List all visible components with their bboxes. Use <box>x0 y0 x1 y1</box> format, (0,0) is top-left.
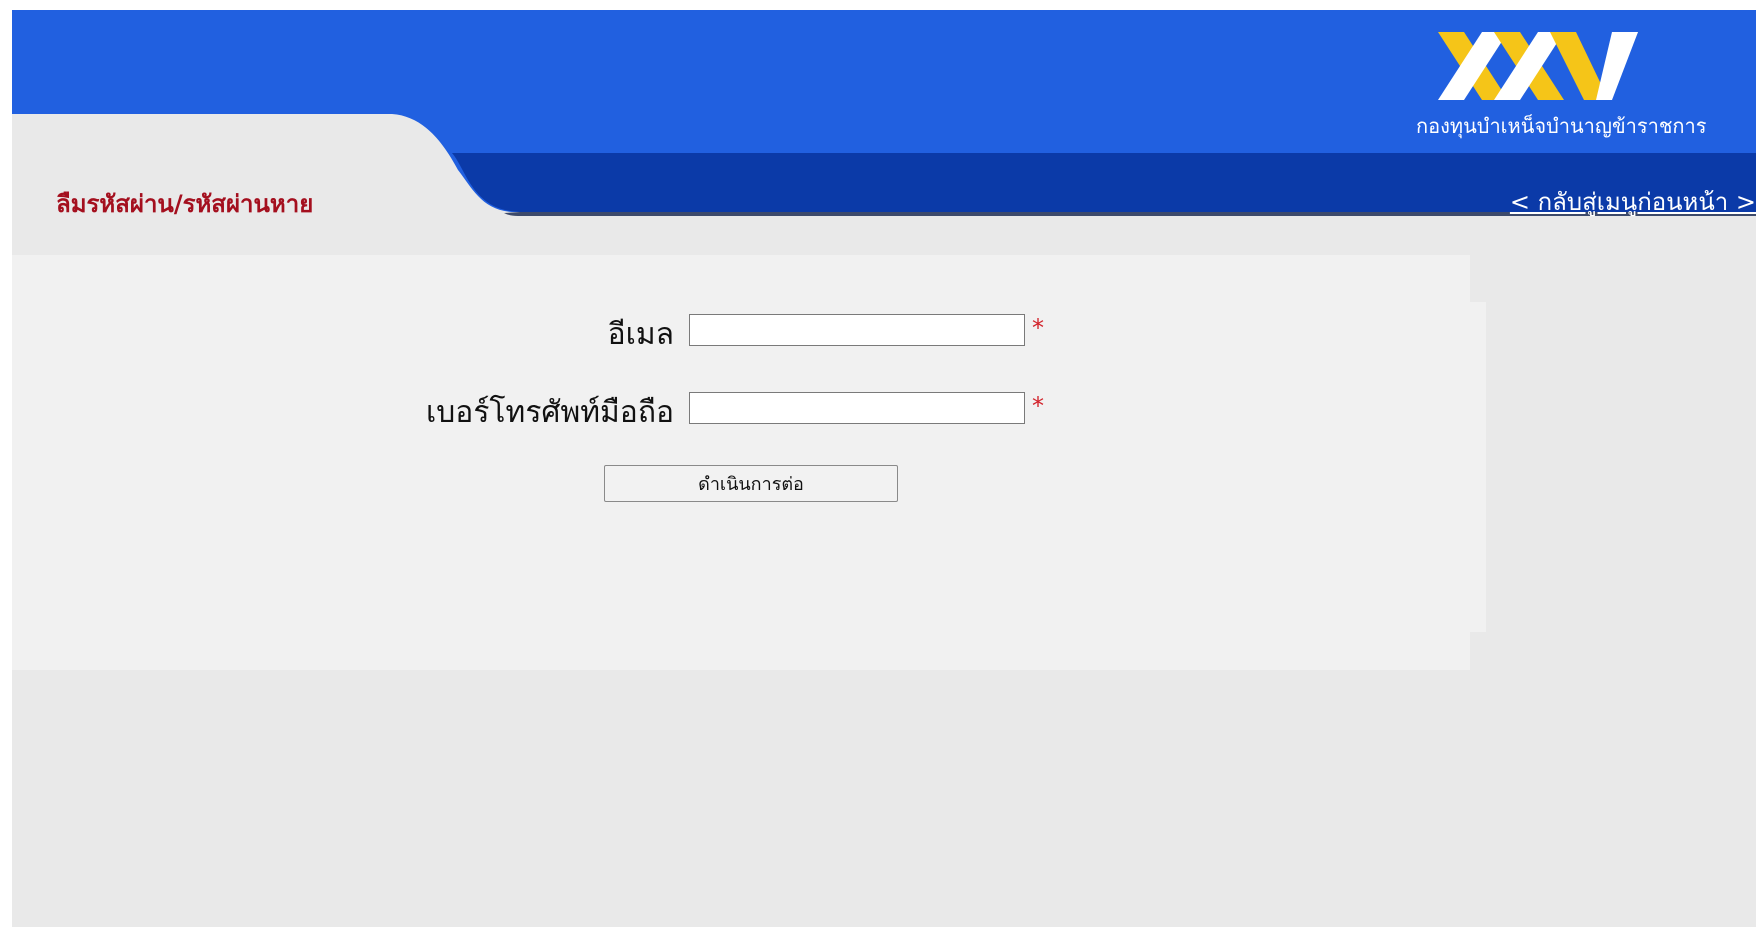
email-field[interactable] <box>689 314 1025 346</box>
page-title: ลืมรหัสผ่าน/รหัสผ่านหาย <box>56 190 314 218</box>
form-panel-edge <box>1470 302 1486 632</box>
back-to-previous-menu-link[interactable]: < กลับสู่เมนูก่อนหน้า > <box>1510 182 1756 221</box>
page: กองทุนบำเหน็จบำนาญข้าราชการ ลืมรหัสผ่าน/… <box>12 10 1756 927</box>
phone-label: เบอร์โทรศัพท์มือถือ <box>426 395 674 430</box>
phone-required-mark: * <box>1032 392 1044 420</box>
phone-field[interactable] <box>689 392 1025 424</box>
xxv-logo-icon <box>1438 32 1638 100</box>
email-label: อีเมล <box>607 317 674 352</box>
email-required-mark: * <box>1032 314 1044 342</box>
continue-button[interactable]: ดำเนินการต่อ <box>604 465 898 502</box>
brand-logo: กองทุนบำเหน็จบำนาญข้าราชการ <box>1416 28 1707 148</box>
logo-text: กองทุนบำเหน็จบำนาญข้าราชการ <box>1416 114 1707 138</box>
